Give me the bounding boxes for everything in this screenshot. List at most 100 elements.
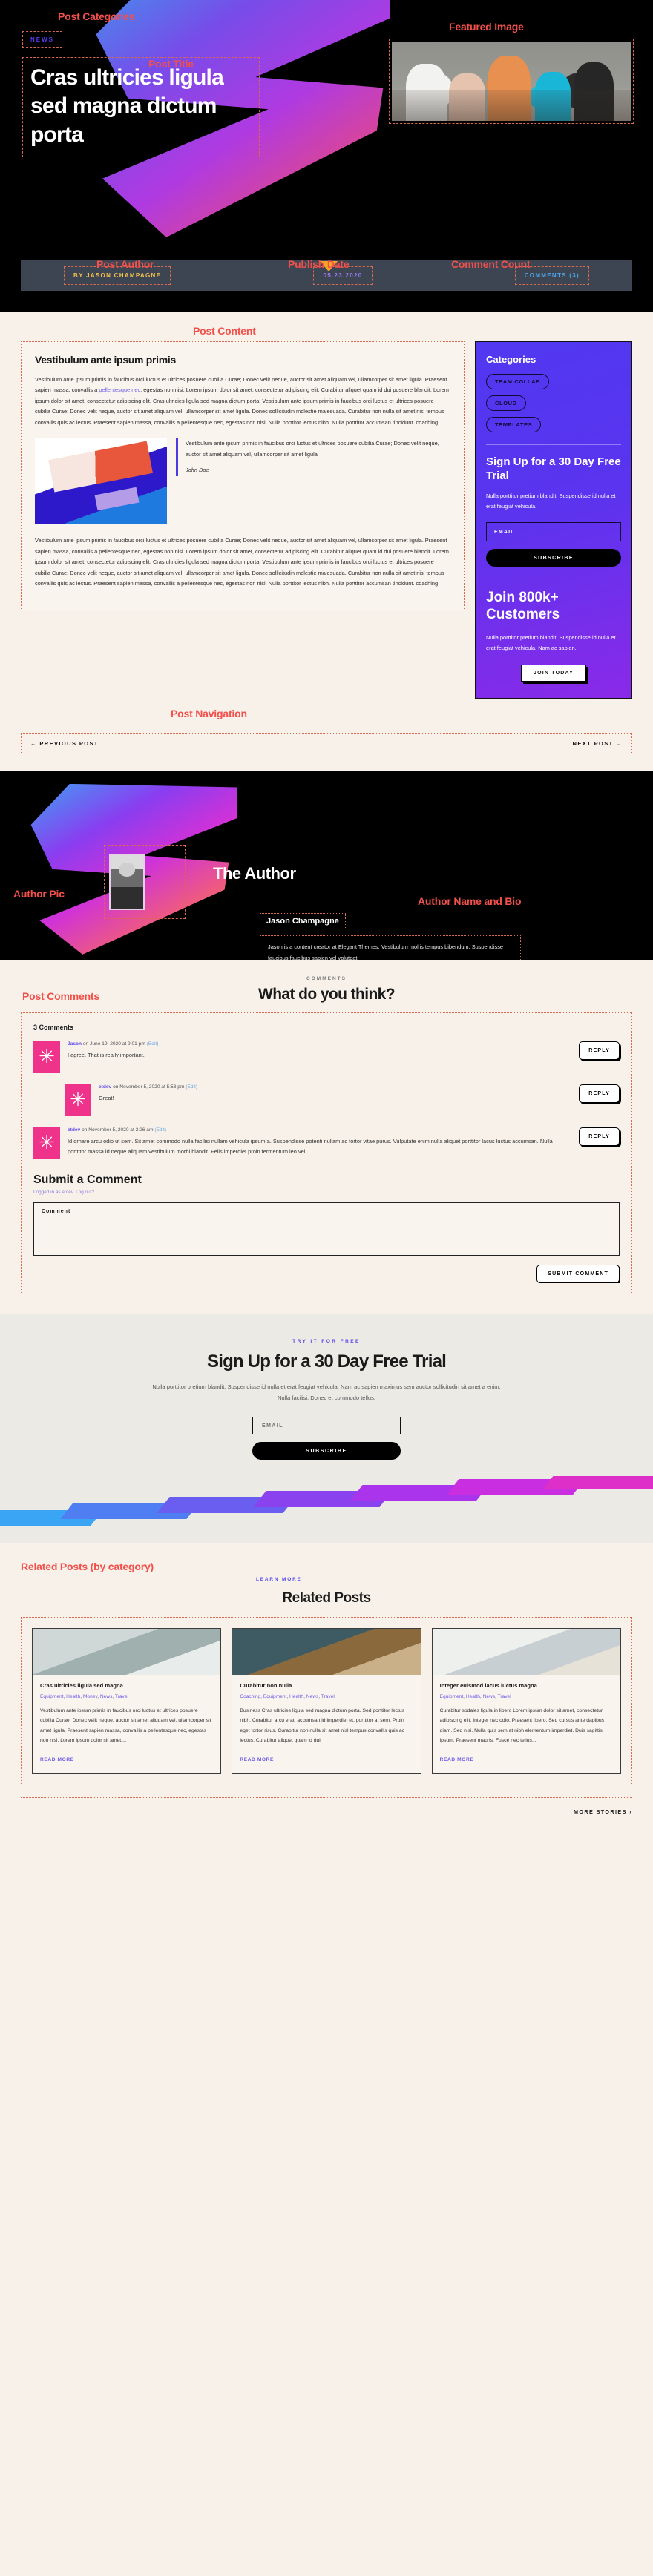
comments-section: COMMENTS Post Comments What do you think… xyxy=(0,959,653,1314)
author-section-heading: The Author xyxy=(213,863,296,883)
comment-date: on June 19, 2020 at 9:01 pm xyxy=(82,1041,147,1047)
comment-main: etdev on November 5, 2020 at 5:53 pm (Ed… xyxy=(99,1084,571,1104)
annotation-post-comments: Post Comments xyxy=(22,989,99,1002)
comment-edit-link[interactable]: (Edit) xyxy=(154,1127,166,1133)
comment-item: etdev on November 5, 2020 at 2:26 am (Ed… xyxy=(33,1127,620,1159)
commenter-avatar-icon xyxy=(33,1127,60,1159)
commenter-avatar-icon xyxy=(33,1041,60,1073)
post-navigation: ← PREVIOUS POST NEXT POST → xyxy=(21,732,632,754)
cta-text: Nulla porttitor pretium blandit. Suspend… xyxy=(152,1383,501,1402)
article-body: Vestibulum ante ipsum primis Vestibulum … xyxy=(21,341,465,611)
related-post-read-more[interactable]: READ MORE xyxy=(440,1757,474,1762)
comment-reply-button[interactable]: REPLY xyxy=(579,1041,620,1060)
commenter-name[interactable]: Jason xyxy=(68,1041,82,1047)
submit-comment-heading: Submit a Comment xyxy=(33,1173,142,1186)
comment-item: Jason on June 19, 2020 at 9:01 pm (Edit)… xyxy=(33,1041,620,1073)
sidebar-join-button-wrap: JOIN TODAY xyxy=(486,664,621,686)
related-post-title[interactable]: Curabitur non nulla xyxy=(240,1682,413,1689)
article-media-row: Vestibulum ante ipsum primis in faucibus… xyxy=(35,438,450,524)
cta-email-input[interactable] xyxy=(252,1417,401,1435)
cta-subscribe-button[interactable]: SUBSCRIBE xyxy=(252,1442,401,1460)
annotation-post-categories: Post Categories xyxy=(58,10,135,22)
article-inline-image xyxy=(35,438,167,524)
sidebar-join-today-button[interactable]: JOIN TODAY xyxy=(520,664,586,682)
annotation-publish-date: Publish Date xyxy=(288,258,350,270)
annotation-post-content: Post Content xyxy=(193,325,256,337)
comment-edit-link[interactable]: (Edit) xyxy=(186,1084,197,1090)
related-post-title[interactable]: Cras ultricies ligula sed magna xyxy=(40,1682,213,1689)
sidebar-tag-team-collab[interactable]: TEAM COLLAB xyxy=(486,374,550,389)
sidebar-tag-cloud[interactable]: CLOUD xyxy=(486,395,526,411)
author-section: Author Pic Author Name and Bio The Autho… xyxy=(0,770,653,960)
blockquote-author: John Doe xyxy=(186,466,209,473)
sidebar-categories-title: Categories xyxy=(486,354,536,365)
related-post-categories[interactable]: Equipment, Health, News, Travel xyxy=(440,1693,613,1701)
related-post-card[interactable]: Cras ultricies ligula sed magna Equipmen… xyxy=(32,1628,222,1775)
cta-section: TRY IT FOR FREE Sign Up for a 30 Day Fre… xyxy=(0,1313,653,1544)
sidebar-email-input[interactable] xyxy=(486,522,621,542)
featured-image-photo xyxy=(392,42,631,121)
related-post-excerpt: Vestibulum ante ipsum primis in faucibus… xyxy=(40,1708,211,1743)
commenter-name[interactable]: etdev xyxy=(99,1084,111,1090)
sidebar-tag-list: TEAM COLLAB CLOUD TEMPLATES xyxy=(486,374,621,438)
related-post-thumbnail xyxy=(432,1629,620,1676)
author-avatar xyxy=(109,853,145,910)
related-post-categories[interactable]: Coaching, Equipment, Health, News, Trave… xyxy=(240,1693,413,1701)
comment-meta: Jason on June 19, 2020 at 9:01 pm (Edit) xyxy=(68,1041,571,1047)
hero-section: Post Categories Post Title Featured Imag… xyxy=(0,0,653,312)
comment-text: I agree. That is really important. xyxy=(68,1051,145,1058)
comment-textarea[interactable]: Comment xyxy=(33,1202,620,1256)
related-posts-heading: Related Posts xyxy=(282,1590,371,1607)
comment-reply-button[interactable]: REPLY xyxy=(579,1084,620,1103)
annotation-author-name-bio: Author Name and Bio xyxy=(418,895,522,907)
annotation-comment-count: Comment Count xyxy=(451,258,531,270)
sidebar-tag-templates[interactable]: TEMPLATES xyxy=(486,417,542,432)
annotation-post-author: Post Author xyxy=(96,258,154,270)
post-nav-annot-row: Post Navigation xyxy=(0,708,653,722)
more-stories-link[interactable]: MORE STORIES › xyxy=(21,1797,632,1815)
related-post-card[interactable]: Curabitur non nulla Coaching, Equipment,… xyxy=(232,1628,421,1775)
sidebar-signup-title: Sign Up for a 30 Day Free Trial xyxy=(486,455,621,482)
related-post-excerpt: Business Cras ultricies ligula sed magna… xyxy=(240,1708,405,1743)
related-post-thumbnail xyxy=(33,1629,221,1676)
comment-edit-link[interactable]: (Edit) xyxy=(147,1041,159,1047)
next-post-link[interactable]: NEXT POST → xyxy=(573,740,623,747)
related-post-card[interactable]: Integer euismod lacus luctus magna Equip… xyxy=(431,1628,621,1775)
comment-main: etdev on November 5, 2020 at 2:26 am (Ed… xyxy=(68,1127,571,1158)
post-category-news[interactable]: NEWS xyxy=(23,32,62,47)
related-post-excerpt: Curabitur sodales ligula in libero Lorem… xyxy=(439,1708,605,1743)
cta-eyebrow: TRY IT FOR FREE xyxy=(292,1338,361,1344)
learn-more-link[interactable]: LEARN MORE xyxy=(256,1577,302,1582)
related-post-thumbnail xyxy=(232,1629,421,1676)
annotation-related-posts: Related Posts (by category) xyxy=(21,1561,154,1573)
post-category-link-wrapper[interactable]: NEWS xyxy=(22,31,62,48)
inline-link-pellentesque[interactable]: pellentesque nec xyxy=(99,386,140,393)
related-post-read-more[interactable]: READ MORE xyxy=(240,1757,274,1762)
commenter-name[interactable]: etdev xyxy=(68,1127,80,1133)
comment-meta: etdev on November 5, 2020 at 2:26 am (Ed… xyxy=(68,1127,571,1133)
related-post-categories[interactable]: Equipment, Health, Money, News, Travel xyxy=(40,1693,213,1701)
related-posts-section: Related Posts (by category) LEARN MORE R… xyxy=(0,1543,653,1835)
sidebar-join-text: Nulla porttitor pretium blandit. Suspend… xyxy=(486,633,616,652)
annotation-author-pic: Author Pic xyxy=(13,887,65,900)
page-title: Cras ultricies ligula sed magna dictum p… xyxy=(22,57,260,158)
logged-in-notice[interactable]: Logged in as etdev. Log out? xyxy=(33,1190,620,1195)
sidebar-subscribe-button[interactable]: SUBSCRIBE xyxy=(486,549,621,567)
author-bio: Jason is a content creator at Elegant Th… xyxy=(260,935,521,960)
related-post-read-more[interactable]: READ MORE xyxy=(40,1757,74,1762)
related-post-title[interactable]: Integer euismod lacus luctus magna xyxy=(440,1682,613,1689)
featured-image xyxy=(389,39,634,124)
previous-post-link[interactable]: ← PREVIOUS POST xyxy=(30,740,99,747)
sidebar-signup-text: Nulla porttitor pretium blandit. Suspend… xyxy=(486,492,616,510)
comment-reply-button[interactable]: REPLY xyxy=(579,1127,620,1146)
post-content-section: Post Content Vestibulum ante ipsum primi… xyxy=(0,312,653,699)
cta-stripes-graphic xyxy=(0,1476,653,1543)
commenter-avatar-icon xyxy=(65,1084,91,1116)
comments-eyebrow: COMMENTS xyxy=(306,975,347,981)
submit-button-row: SUBMIT COMMENT xyxy=(33,1256,620,1283)
blockquote-text: Vestibulum ante ipsum primis in faucibus… xyxy=(186,440,439,458)
comment-text: Great! xyxy=(99,1094,114,1101)
submit-comment-button[interactable]: SUBMIT COMMENT xyxy=(536,1264,620,1283)
annotation-post-navigation: Post Navigation xyxy=(171,707,247,719)
comments-list-box: 3 Comments Jason on June 19, 2020 at 9:0… xyxy=(21,1012,632,1294)
